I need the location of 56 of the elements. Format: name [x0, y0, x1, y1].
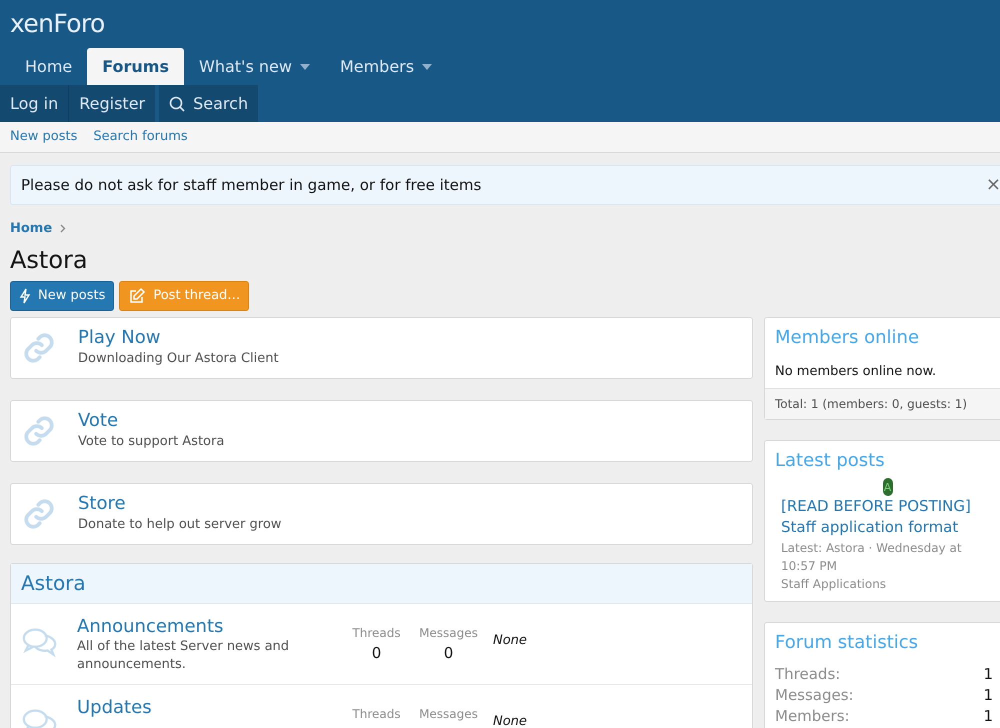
link-icon	[22, 414, 56, 448]
nav-tab[interactable]: Members	[324, 48, 448, 85]
sub-nav-link[interactable]: Search forums	[93, 127, 188, 147]
latest-post-text: None	[493, 712, 527, 728]
stat-value: 1	[983, 664, 993, 685]
forum-description: All of the latest Server news and announcements.	[77, 638, 290, 674]
chat-bubbles-icon	[21, 626, 59, 658]
sub-nav-link[interactable]: New posts	[10, 127, 78, 147]
nav-tab[interactable]: What's new	[184, 48, 325, 85]
stat-value: 0	[444, 642, 454, 664]
block-footer: Total: 1 (members: 0, guests: 1)	[765, 388, 1000, 419]
forum-title-link[interactable]: Store	[78, 492, 282, 515]
link-icon	[22, 496, 56, 530]
stat-label: Threads:	[775, 664, 840, 685]
avatar: A	[882, 478, 892, 496]
post-title-link[interactable]: [READ BEFORE POSTING] Staff application format	[781, 496, 988, 538]
stat-label: Messages:	[775, 685, 854, 706]
page-title: Astora	[9, 244, 89, 274]
stat-value: 1	[983, 706, 993, 727]
forum-description: Downloading Our Astora Client	[78, 350, 279, 368]
search-button[interactable]: Search	[159, 85, 258, 122]
post-meta: Latest: Astora · Wednesday at 10:57 PM	[781, 540, 963, 575]
forum-title-link[interactable]: Play Now	[78, 326, 279, 349]
stat-label: Threads	[352, 706, 401, 722]
breadcrumb-link[interactable]: Home	[10, 219, 52, 238]
latest-post-text: None	[493, 632, 527, 650]
stat-value: 0	[372, 642, 382, 664]
lightning-icon	[19, 288, 31, 304]
chevron-icon	[60, 224, 66, 234]
close-button[interactable]: ×	[986, 176, 1000, 194]
category-header: Astora	[11, 564, 752, 604]
forum-title-link[interactable]: Updates	[77, 696, 337, 718]
notice-text: Please do not ask for staff member in game, or for free items	[21, 174, 482, 196]
forum-title-link[interactable]: Announcements	[77, 616, 337, 638]
stat-value: 1	[983, 685, 993, 706]
nav-tab[interactable]: Forums	[87, 48, 184, 85]
link-icon	[22, 330, 56, 364]
block-title: Members online	[774, 326, 920, 350]
stat-label: Members:	[775, 706, 850, 727]
account-link[interactable]: Log in	[0, 85, 68, 122]
forum-title-link[interactable]: Vote	[78, 410, 224, 432]
account-link[interactable]: Register	[68, 85, 156, 122]
new-posts-button[interactable]: New posts	[10, 280, 114, 310]
block-title: Latest posts	[774, 449, 886, 473]
stat-label: Messages	[419, 706, 478, 722]
block-text: No members online now.	[774, 362, 938, 380]
forum-link[interactable]: Staff Applications	[781, 575, 988, 593]
search-icon	[169, 96, 186, 112]
forum-description: Donate to help out server grow	[78, 516, 282, 534]
stat-label: Threads	[352, 624, 401, 642]
block-title: Forum statistics	[774, 631, 920, 655]
stat-label: Messages	[419, 624, 478, 642]
edit-icon	[128, 286, 146, 304]
nav-tab[interactable]: Home	[10, 48, 88, 85]
logo[interactable]: xenForo	[0, 0, 1000, 48]
forum-description: Vote to support Astora	[78, 432, 224, 451]
